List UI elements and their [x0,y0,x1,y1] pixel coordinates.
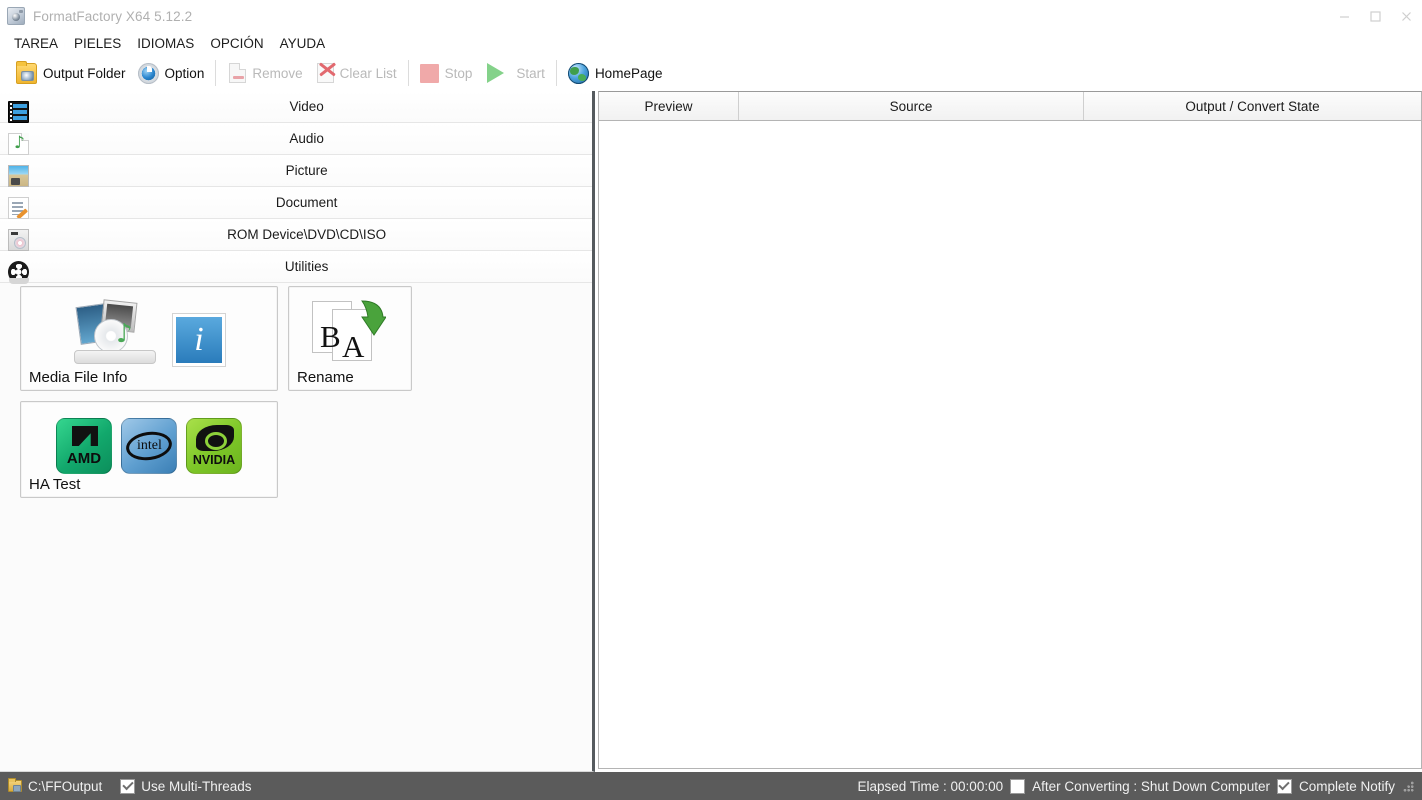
clear-list-button[interactable]: Clear List [309,58,403,88]
use-multi-threads-label: Use Multi-Threads [141,779,251,794]
rename-label: Rename [297,367,403,388]
toolbar-separator-3 [556,60,557,86]
status-bar-right: Elapsed Time : 00:00:00 After Converting… [858,779,1415,794]
ha-test-label: HA Test [29,474,269,495]
media-file-info-label: Media File Info [29,367,269,388]
nvidia-label: NVIDIA [187,453,241,467]
output-folder-label: Output Folder [43,66,126,81]
task-list-body[interactable] [598,121,1422,769]
left-pane: Video Audio Picture Document ROM Device\… [0,91,595,772]
category-item-audio[interactable]: Audio [0,123,592,155]
complete-notify-label: Complete Notify [1299,779,1395,794]
rename-icon: B A [297,293,403,367]
after-converting-checkbox[interactable] [1010,779,1025,794]
category-label: Picture [21,163,592,178]
folder-icon [8,780,22,792]
menu-item-idiomas[interactable]: IDIOMAS [137,36,194,51]
minimize-button[interactable] [1329,0,1360,32]
maximize-button[interactable] [1360,0,1391,32]
toolbar: Output Folder Option Remove Clear List S… [0,55,1422,91]
task-list-pane: Preview Source Output / Convert State [598,91,1422,772]
remove-document-icon [229,63,246,83]
stop-label: Stop [445,66,473,81]
menu-item-opcion[interactable]: OPCIÓN [210,36,263,51]
toolbar-separator-2 [408,60,409,86]
category-item-picture[interactable]: Picture [0,155,592,187]
category-item-utilities[interactable]: Utilities [0,251,592,283]
output-path-label[interactable]: C:\FFOutput [28,779,102,794]
option-button[interactable]: Option [132,58,211,88]
category-item-rom-device[interactable]: ROM Device\DVD\CD\ISO [0,219,592,251]
close-button[interactable] [1391,0,1422,32]
after-converting-label: After Converting : Shut Down Computer [1032,779,1270,794]
film-strip-icon [8,101,29,123]
document-edit-icon [8,197,29,219]
stop-button[interactable]: Stop [414,58,479,88]
category-item-document[interactable]: Document [0,187,592,219]
tool-tile-row-1: ♪ i Media File Info B A [0,286,595,401]
nvidia-logo-icon: NVIDIA [186,418,242,474]
category-label: Utilities [21,259,592,274]
folder-icon [16,63,37,84]
clear-list-label: Clear List [340,66,397,81]
stop-icon [420,64,439,83]
homepage-button[interactable]: HomePage [562,58,669,88]
task-list-header: Preview Source Output / Convert State [598,91,1422,121]
start-icon [487,63,504,83]
media-info-icon: ♪ i [29,293,269,367]
menu-item-ayuda[interactable]: AYUDA [280,36,326,51]
menu-item-pieles[interactable]: PIELES [74,36,121,51]
column-header-source[interactable]: Source [739,92,1084,120]
window-title: FormatFactory X64 5.12.2 [33,9,192,24]
intel-logo-icon: intel [121,418,177,474]
rename-pages-icon: B A [310,297,390,367]
remove-label: Remove [252,66,302,81]
status-bar-left: C:\FFOutput Use Multi-Threads [0,779,252,794]
status-bar: C:\FFOutput Use Multi-Threads Elapsed Ti… [0,772,1422,800]
clear-list-icon [317,63,334,83]
photo-icon [8,165,29,187]
globe-icon [568,63,589,84]
category-item-video[interactable]: Video [0,91,592,123]
homepage-label: HomePage [595,66,663,81]
intel-label: intel [137,438,162,454]
hardware-acceleration-icon: AMD intel NVIDIA [29,408,269,474]
app-camera-icon [7,7,25,25]
music-note-icon [8,133,29,155]
tool-tile-row-2: AMD intel NVIDIA HA Test [0,401,595,508]
menu-bar: TAREA PIELES IDIOMAS OPCIÓN AYUDA [0,32,1422,54]
use-multi-threads-checkbox[interactable] [120,779,135,794]
category-label: Document [21,195,592,210]
resize-grip-icon[interactable] [1402,780,1414,792]
start-label: Start [516,66,545,81]
category-label: Video [21,99,592,114]
optical-drive-icon [8,229,29,251]
column-header-output-convert-state[interactable]: Output / Convert State [1084,92,1421,120]
category-label: Audio [21,131,592,146]
green-arrow-icon [350,299,386,343]
menu-item-tarea[interactable]: TAREA [14,36,58,51]
amd-label: AMD [57,450,111,467]
rename-tile[interactable]: B A Rename [288,286,412,391]
column-header-preview[interactable]: Preview [599,92,739,120]
info-badge-icon: i [172,313,226,367]
ha-test-tile[interactable]: AMD intel NVIDIA HA Test [20,401,278,498]
output-folder-button[interactable]: Output Folder [10,58,132,88]
gear-icon [138,63,159,84]
media-stack-icon: ♪ [72,297,158,367]
film-reel-icon [8,261,29,283]
category-label: ROM Device\DVD\CD\ISO [21,227,592,242]
category-list: Video Audio Picture Document ROM Device\… [0,91,592,283]
tool-tiles: ♪ i Media File Info B A [0,286,595,508]
option-label: Option [165,66,205,81]
amd-logo-icon: AMD [56,418,112,474]
title-bar: FormatFactory X64 5.12.2 [0,0,1422,32]
media-file-info-tile[interactable]: ♪ i Media File Info [20,286,278,391]
elapsed-time-label: Elapsed Time : 00:00:00 [858,779,1004,794]
start-button[interactable]: Start [478,58,551,88]
toolbar-separator-1 [215,60,216,86]
remove-button[interactable]: Remove [221,58,308,88]
complete-notify-checkbox[interactable] [1277,779,1292,794]
window-controls [1329,0,1422,32]
